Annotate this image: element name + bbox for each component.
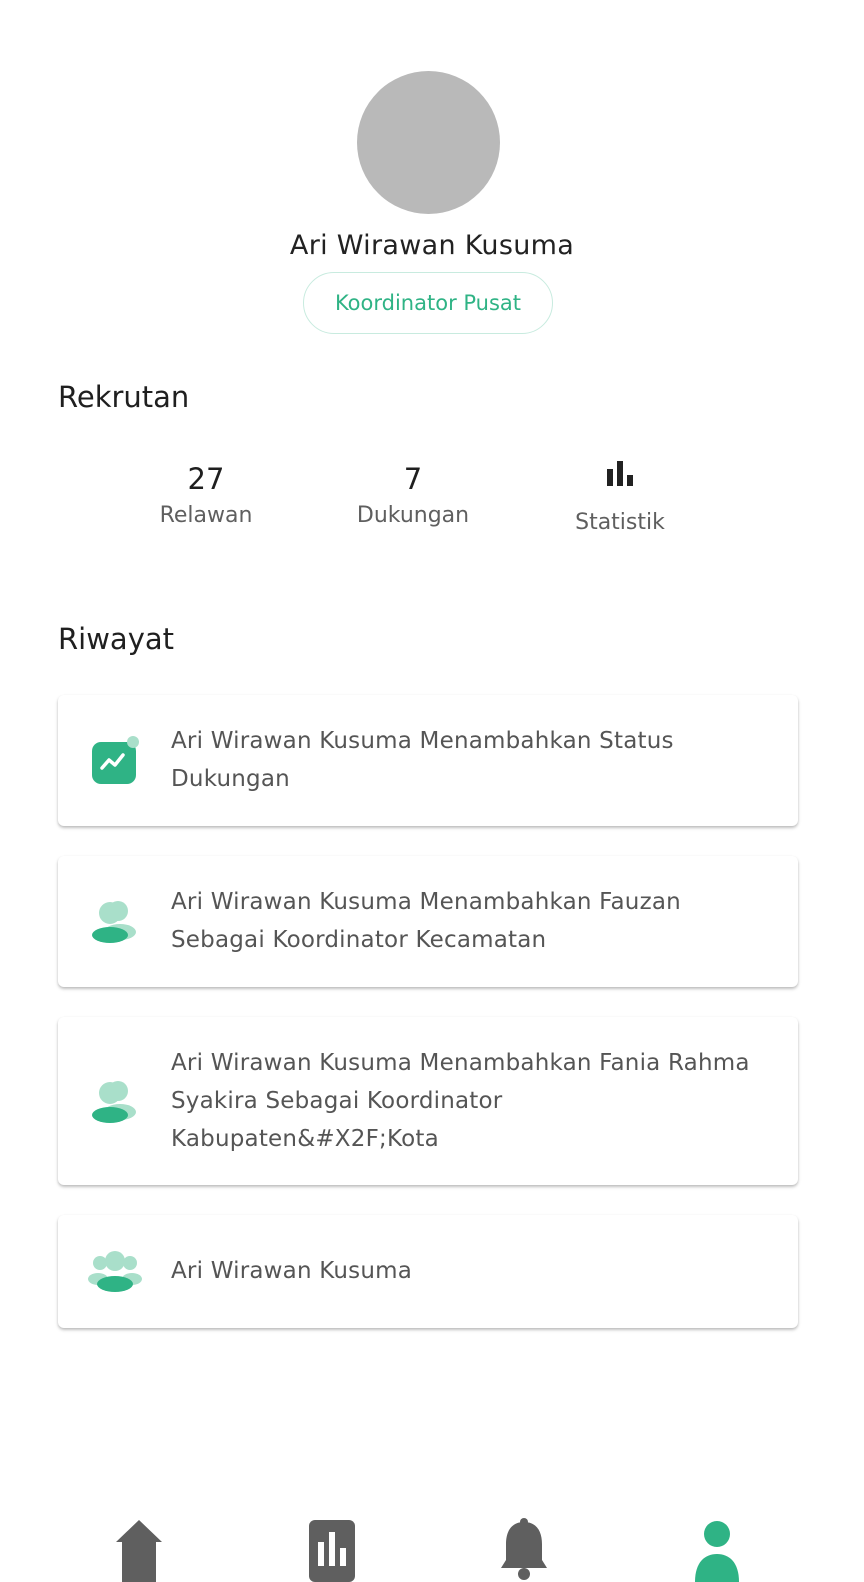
nav-statistics[interactable] (302, 1516, 362, 1582)
stat-statistik[interactable]: Statistik (520, 456, 720, 535)
history-card[interactable]: Ari Wirawan Kusuma Menambahkan Fauzan Se… (58, 856, 798, 987)
section-title-riwayat: Riwayat (58, 622, 174, 656)
avatar[interactable] (357, 71, 500, 214)
history-card[interactable]: Ari Wirawan Kusuma Menambahkan Status Du… (58, 695, 798, 826)
home-icon (116, 1520, 162, 1582)
users-icon (88, 1078, 142, 1124)
trending-status-icon (88, 736, 142, 784)
chart-icon (309, 1520, 355, 1582)
bottom-navigation (0, 1500, 864, 1582)
stat-value: 27 (187, 462, 225, 496)
section-title-rekrutan: Rekrutan (58, 380, 190, 414)
nav-home[interactable] (109, 1516, 169, 1582)
profile-icon (695, 1521, 739, 1582)
history-card[interactable]: Ari Wirawan Kusuma (58, 1215, 798, 1328)
history-text: Ari Wirawan Kusuma Menambahkan Fania Rah… (171, 1050, 750, 1152)
stat-dukungan[interactable]: 7 Dukungan (313, 459, 513, 528)
user-name: Ari Wirawan Kusuma (289, 230, 575, 261)
history-text: Ari Wirawan Kusuma (171, 1258, 413, 1284)
stat-label: Relawan (159, 503, 253, 528)
nav-notifications[interactable] (494, 1516, 554, 1582)
stat-label: Statistik (575, 510, 665, 535)
group-icon (88, 1249, 142, 1295)
bell-icon (501, 1518, 547, 1580)
stat-relawan[interactable]: 27 Relawan (106, 459, 306, 528)
nav-profile[interactable] (687, 1516, 747, 1582)
history-text: Ari Wirawan Kusuma Menambahkan Fauzan Se… (171, 889, 681, 953)
users-icon (88, 898, 142, 944)
history-card[interactable]: Ari Wirawan Kusuma Menambahkan Fania Rah… (58, 1017, 798, 1185)
history-text: Ari Wirawan Kusuma Menambahkan Status Du… (171, 728, 674, 792)
stat-label: Dukungan (356, 503, 470, 528)
role-badge: Koordinator Pusat (303, 272, 553, 334)
bar-chart-icon (520, 456, 720, 492)
stat-value: 7 (403, 462, 423, 496)
